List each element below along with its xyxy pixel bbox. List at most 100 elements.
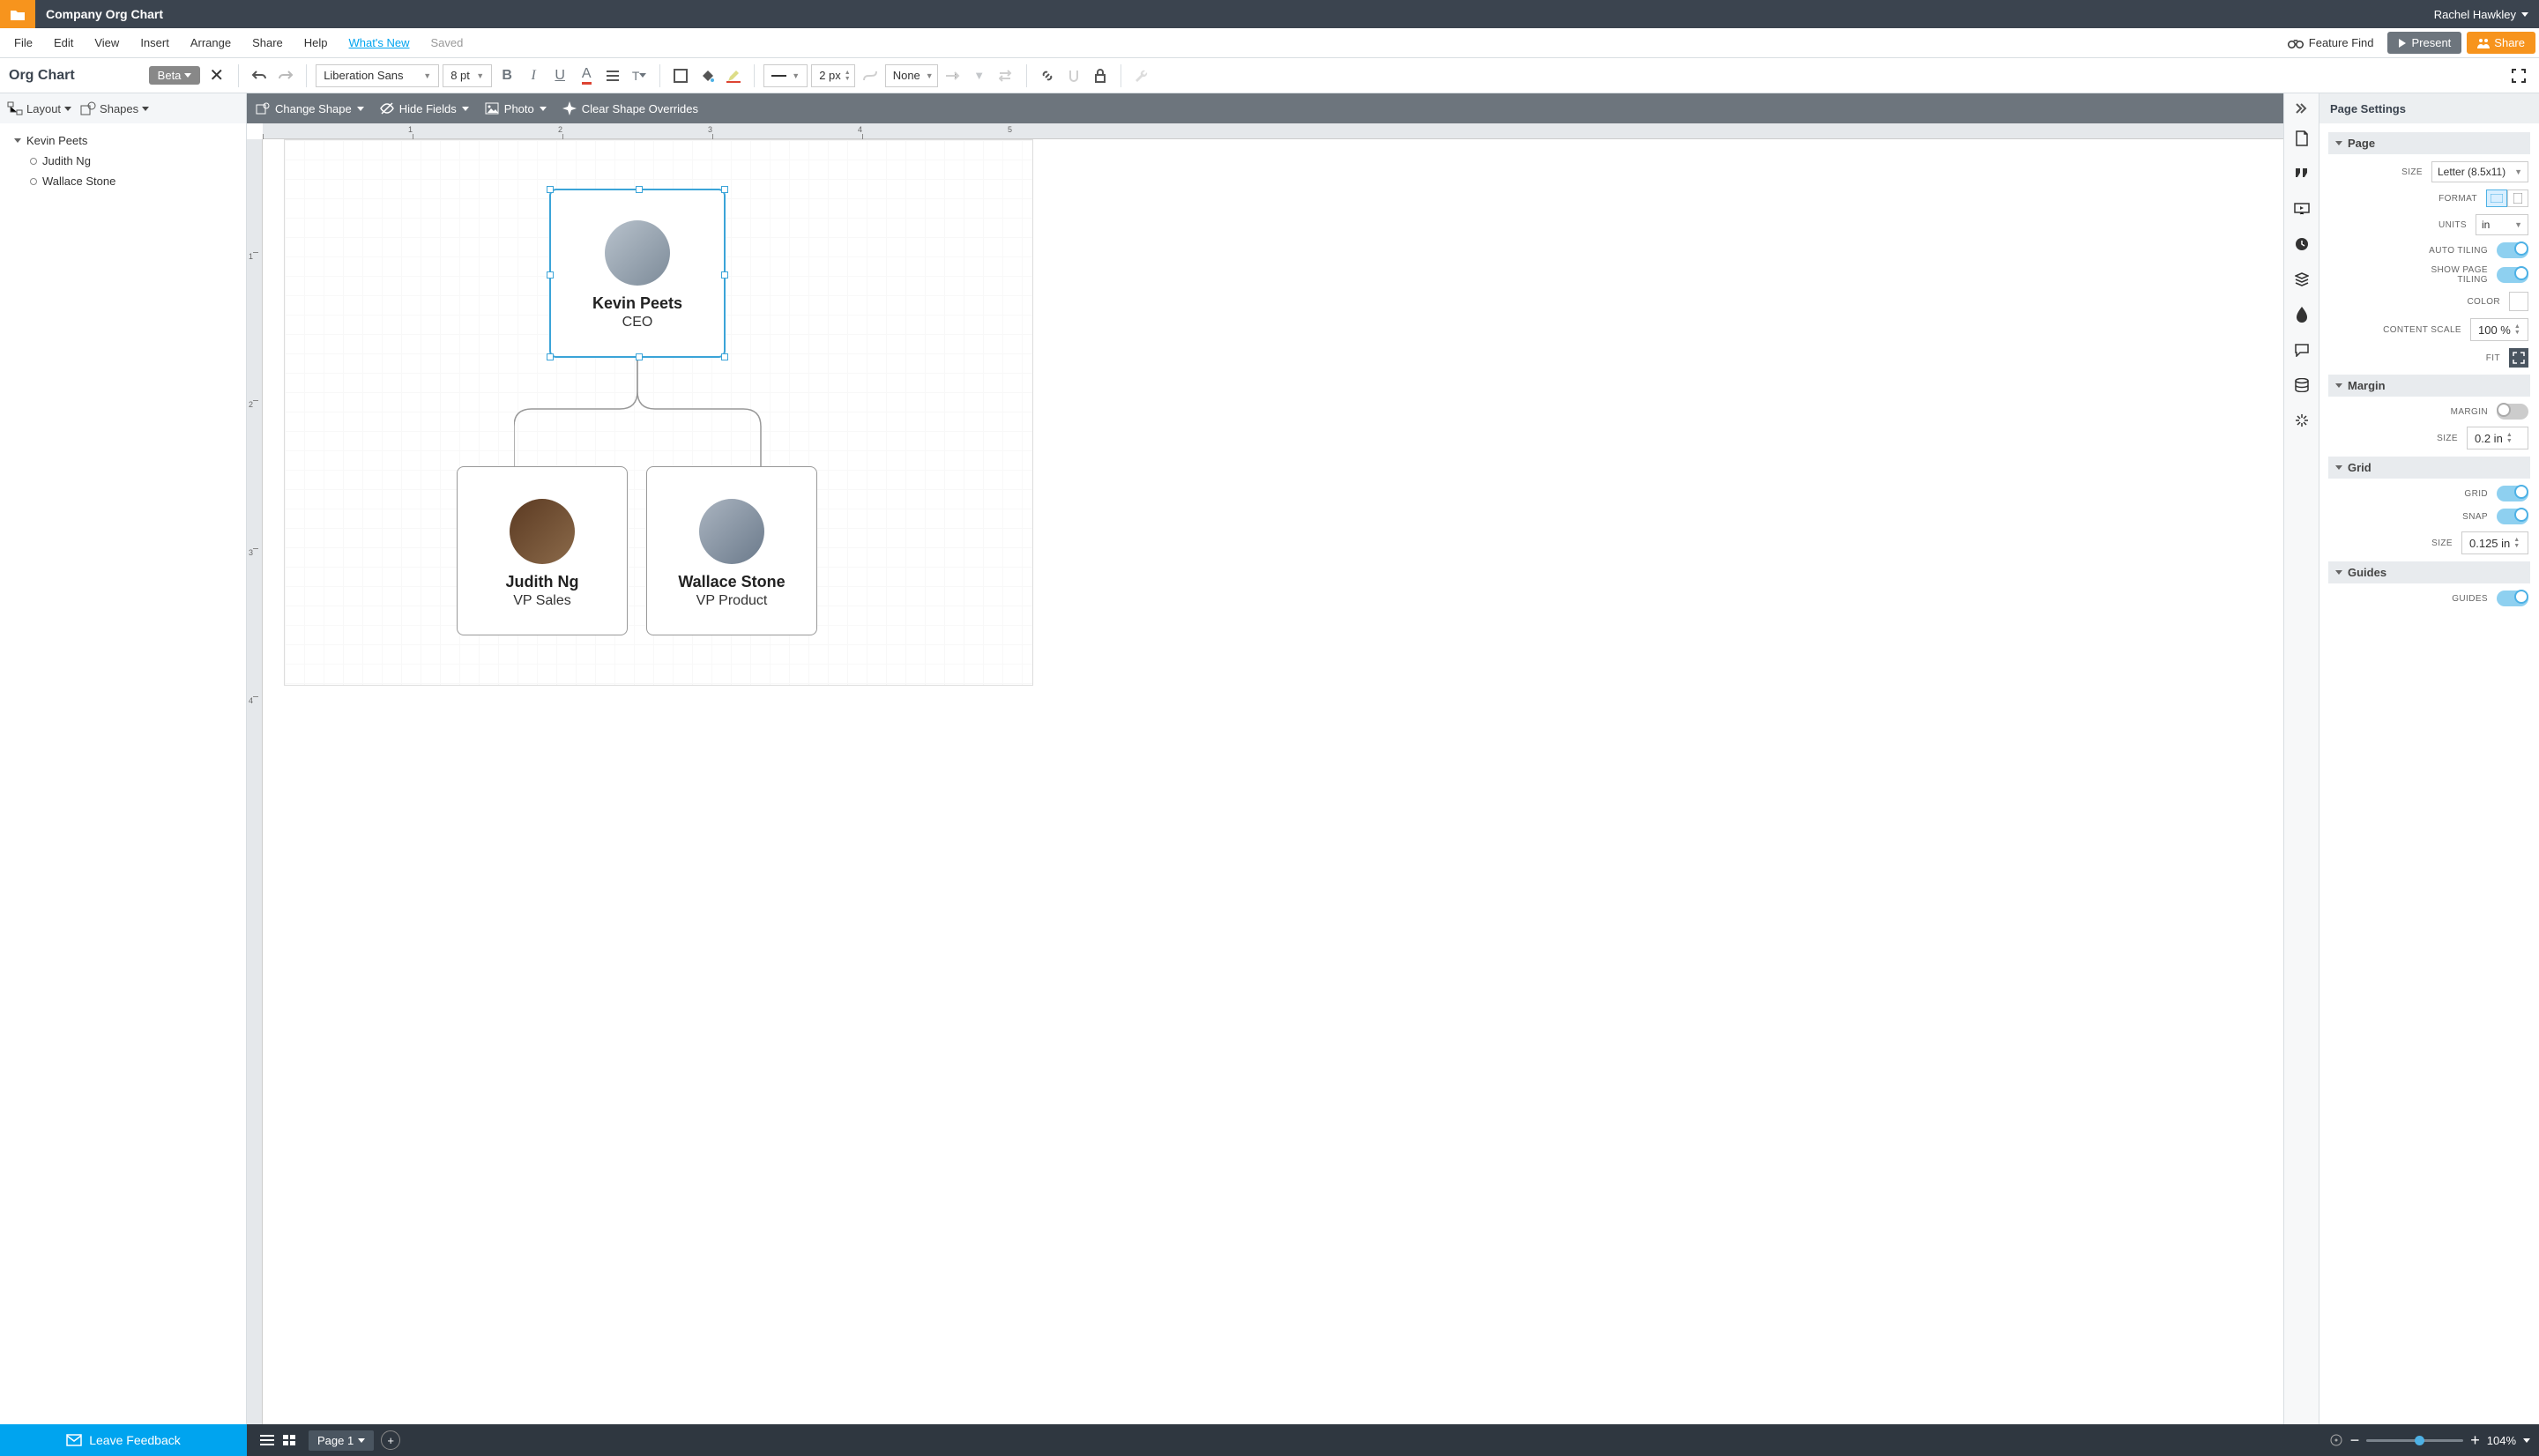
menu-help[interactable]: Help: [294, 31, 339, 55]
org-node-root[interactable]: Kevin Peets CEO: [549, 189, 726, 358]
snap-toggle[interactable]: [2497, 509, 2528, 524]
menu-insert[interactable]: Insert: [130, 31, 180, 55]
change-shape-button[interactable]: Change Shape: [256, 101, 364, 115]
hide-fields-button[interactable]: Hide Fields: [380, 102, 469, 115]
app-logo[interactable]: [0, 0, 35, 28]
grid-toggle[interactable]: [2497, 486, 2528, 501]
magnet-button[interactable]: [1062, 64, 1085, 87]
page-surface[interactable]: Kevin Peets CEO Judith Ng VP Sales Wall: [284, 139, 1033, 686]
line-type-button[interactable]: [859, 64, 882, 87]
lock-button[interactable]: [1089, 64, 1112, 87]
units-select[interactable]: in▼: [2476, 214, 2528, 235]
format-portrait-button[interactable]: [2507, 189, 2528, 207]
section-margin[interactable]: Margin: [2328, 375, 2530, 397]
data-icon[interactable]: [2292, 375, 2312, 395]
photo-button[interactable]: Photo: [485, 102, 547, 115]
document-title[interactable]: Company Org Chart: [35, 7, 174, 21]
zoom-in-button[interactable]: +: [2470, 1431, 2480, 1450]
bold-button[interactable]: B: [495, 64, 518, 87]
shape-style-button[interactable]: [669, 64, 692, 87]
arrow-start-select[interactable]: None▼: [885, 64, 938, 87]
feedback-button[interactable]: Leave Feedback: [0, 1424, 247, 1456]
format-landscape-button[interactable]: [2486, 189, 2507, 207]
align-button[interactable]: [601, 64, 624, 87]
page-chip[interactable]: Page 1: [309, 1430, 374, 1451]
grid-view-button[interactable]: [282, 1434, 296, 1446]
stroke-width-stepper[interactable]: 2 px▲▼: [811, 64, 855, 87]
org-node-child[interactable]: Wallace Stone VP Product: [646, 466, 817, 635]
section-grid[interactable]: Grid: [2328, 457, 2530, 479]
font-family-select[interactable]: Liberation Sans▼: [316, 64, 439, 87]
actions-icon[interactable]: [2292, 411, 2312, 430]
add-page-button[interactable]: +: [381, 1430, 400, 1450]
content-scale-stepper[interactable]: 100 %▲▼: [2470, 318, 2528, 341]
menu-view[interactable]: View: [84, 31, 130, 55]
clear-overrides-button[interactable]: Clear Shape Overrides: [562, 101, 698, 115]
swap-arrows-button[interactable]: [994, 64, 1017, 87]
play-icon: [2398, 39, 2407, 48]
quote-icon[interactable]: [2292, 164, 2312, 183]
section-guides[interactable]: Guides: [2328, 561, 2530, 583]
layers-icon[interactable]: [2292, 270, 2312, 289]
canvas-area[interactable]: 1 2 3 4 5 1 2 3 4 Kevin Peets: [247, 123, 2283, 1424]
zoom-slider[interactable]: [2366, 1439, 2463, 1442]
arrow-right-icon[interactable]: [942, 64, 964, 87]
text-options-button[interactable]: T: [628, 64, 651, 87]
org-node-child[interactable]: Judith Ng VP Sales: [457, 466, 628, 635]
zoom-value[interactable]: 104%: [2487, 1434, 2516, 1447]
italic-button[interactable]: I: [522, 64, 545, 87]
share-button[interactable]: Share: [2467, 32, 2535, 54]
tree-item-child[interactable]: Wallace Stone: [9, 171, 237, 191]
text-color-button[interactable]: A: [575, 64, 598, 87]
border-color-button[interactable]: [722, 64, 745, 87]
wrench-button[interactable]: [1130, 64, 1153, 87]
connector-line[interactable]: [514, 356, 867, 471]
margin-size-stepper[interactable]: 0.2 in▲▼: [2467, 427, 2528, 449]
fullscreen-button[interactable]: [2507, 64, 2530, 87]
feature-find[interactable]: Feature Find: [2279, 36, 2383, 49]
shapes-dropdown[interactable]: Shapes: [80, 101, 149, 115]
margin-toggle[interactable]: [2497, 404, 2528, 420]
zoom-target-icon[interactable]: [2329, 1433, 2343, 1447]
close-panel-button[interactable]: ✕: [204, 64, 229, 86]
secondary-toolbar: Layout Shapes Change Shape Hide Fields P…: [0, 93, 2539, 123]
font-size-select[interactable]: 8 pt▼: [443, 64, 492, 87]
grid-size-stepper[interactable]: 0.125 in▲▼: [2461, 531, 2528, 554]
redo-button[interactable]: [274, 64, 297, 87]
present-button[interactable]: Present: [2387, 32, 2461, 54]
fill-color-button[interactable]: [696, 64, 719, 87]
link-button[interactable]: [1036, 64, 1059, 87]
theme-icon[interactable]: [2292, 305, 2312, 324]
binoculars-icon: [2288, 37, 2304, 49]
menu-share[interactable]: Share: [242, 31, 294, 55]
list-view-button[interactable]: [259, 1434, 275, 1446]
menu-file[interactable]: File: [4, 31, 43, 55]
tree-item-child[interactable]: Judith Ng: [9, 151, 237, 171]
tree-item-root[interactable]: Kevin Peets: [9, 130, 237, 151]
history-icon[interactable]: [2292, 234, 2312, 254]
zoom-out-button[interactable]: −: [2350, 1431, 2360, 1450]
section-page[interactable]: Page: [2328, 132, 2530, 154]
guides-toggle[interactable]: [2497, 591, 2528, 606]
arrow-end-select[interactable]: ▼: [968, 64, 991, 87]
menu-arrange[interactable]: Arrange: [180, 31, 242, 55]
comments-icon[interactable]: [2292, 340, 2312, 360]
page-icon[interactable]: [2292, 129, 2312, 148]
beta-badge[interactable]: Beta: [149, 66, 201, 85]
user-menu[interactable]: Rachel Hawkley: [2424, 8, 2539, 21]
side-panel-toggle[interactable]: [2283, 93, 2319, 123]
menu-edit[interactable]: Edit: [43, 31, 84, 55]
canvas[interactable]: Kevin Peets CEO Judith Ng VP Sales Wall: [263, 139, 2283, 1424]
undo-button[interactable]: [248, 64, 271, 87]
underline-button[interactable]: U: [548, 64, 571, 87]
fit-button[interactable]: [2509, 348, 2528, 368]
whats-new-link[interactable]: What's New: [339, 31, 421, 55]
prop-auto-tiling: AUTO TILING: [2328, 242, 2530, 258]
page-color-swatch[interactable]: [2509, 292, 2528, 311]
show-tiling-toggle[interactable]: [2497, 267, 2528, 283]
presentation-icon[interactable]: [2292, 199, 2312, 219]
layout-dropdown[interactable]: Layout: [7, 101, 71, 115]
auto-tiling-toggle[interactable]: [2497, 242, 2528, 258]
line-style-select[interactable]: ▼: [763, 64, 808, 87]
page-size-select[interactable]: Letter (8.5x11)▼: [2431, 161, 2528, 182]
